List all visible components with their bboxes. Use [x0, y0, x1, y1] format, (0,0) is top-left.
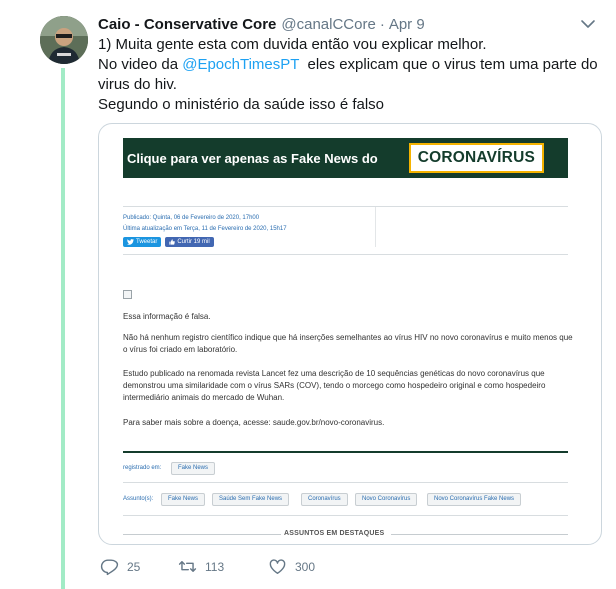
banner-text: Clique para ver apenas as Fake News do	[127, 150, 378, 166]
twitter-bird-icon	[127, 239, 134, 245]
tweet-header: Caio - Conservative Core @canalCCore · A…	[98, 14, 602, 34]
tweet-actions: 25 113 300	[100, 557, 315, 576]
chevron-down-icon[interactable]	[580, 16, 596, 32]
destaques-heading: ASSUNTOS EM DESTAQUES	[284, 530, 385, 537]
thread-line	[61, 68, 65, 589]
reply-icon	[100, 559, 119, 576]
banner-highlight: CORONAVÍRUS	[408, 143, 544, 173]
divider	[391, 534, 568, 535]
subject-chip[interactable]: Fake News	[161, 493, 206, 506]
tweet-text: 1) Muita gente esta com duvida então vou…	[98, 35, 603, 115]
user-handle[interactable]: @canalCCore	[281, 16, 375, 33]
divider	[123, 254, 568, 255]
updated-date: Última atualização em Terça, 11 de Fever…	[123, 226, 287, 232]
facebook-like-label: Curtir 19 mil	[177, 239, 210, 245]
like-button[interactable]: 300	[268, 557, 315, 576]
banner-highlight-text: CORONAVÍRUS	[417, 149, 535, 166]
divider	[375, 207, 376, 247]
attached-image[interactable]: Clique para ver apenas as Fake News do C…	[98, 123, 602, 545]
like-icon	[269, 559, 286, 574]
retweet-button[interactable]: 113	[178, 557, 268, 576]
divider	[123, 515, 568, 516]
mention-link[interactable]: @EpochTimesPT	[182, 56, 299, 73]
tag-chip[interactable]: Fake News	[171, 462, 216, 475]
subject-chip[interactable]: Novo Coronavírus Fake News	[427, 493, 522, 506]
avatar[interactable]	[40, 16, 88, 64]
tweet-line: No video da @EpochTimesPT eles explicam …	[98, 55, 603, 95]
tweet-line: 1) Muita gente esta com duvida então vou…	[98, 36, 487, 53]
retweet-count: 113	[205, 559, 225, 574]
article-paragraph: Para saber mais sobre a doença, acesse: …	[123, 418, 385, 427]
display-name[interactable]: Caio - Conservative Core	[98, 16, 276, 33]
divider	[123, 206, 568, 207]
divider	[123, 534, 281, 535]
tweet-share-button[interactable]: Tweetar	[123, 237, 162, 247]
facebook-like-icon	[169, 239, 176, 245]
article-paragraph: Não há nenhum registro científico indiqu…	[123, 333, 573, 354]
retweet-icon	[178, 561, 197, 572]
published-date: Publicado: Quinta, 06 de Fevereiro de 20…	[123, 215, 260, 221]
assuntos-label: Assunto(s):	[123, 496, 154, 502]
tweet-date[interactable]: Apr 9	[389, 16, 425, 33]
article-paragraph: Essa informação é falsa.	[123, 312, 211, 321]
article-paragraph: Estudo publicado na renomada revista Lan…	[123, 369, 546, 402]
fake-news-banner[interactable]: Clique para ver apenas as Fake News do C…	[123, 138, 568, 178]
reply-count: 25	[127, 559, 141, 574]
subject-chip[interactable]: Coronavírus	[301, 493, 348, 506]
registrado-label: registrado em:	[123, 465, 162, 471]
facebook-like-button[interactable]: Curtir 19 mil	[165, 237, 214, 247]
like-count: 300	[295, 559, 316, 574]
social-buttons: Tweetar Curtir 19 mil	[123, 237, 214, 247]
subject-chip[interactable]: Saúde Sem Fake News	[212, 493, 290, 506]
broken-image-icon	[123, 290, 132, 299]
reply-button[interactable]: 25	[100, 557, 178, 576]
subject-chip[interactable]: Novo Coronavírus	[355, 493, 418, 506]
tweet-line: Segundo o ministério da saúde isso é fal…	[98, 96, 385, 113]
tweet-share-label: Tweetar	[136, 239, 158, 245]
tweet-line-prefix: No video da	[98, 56, 183, 73]
separator-dot: ·	[379, 15, 385, 33]
divider	[123, 451, 568, 453]
divider	[123, 482, 568, 483]
